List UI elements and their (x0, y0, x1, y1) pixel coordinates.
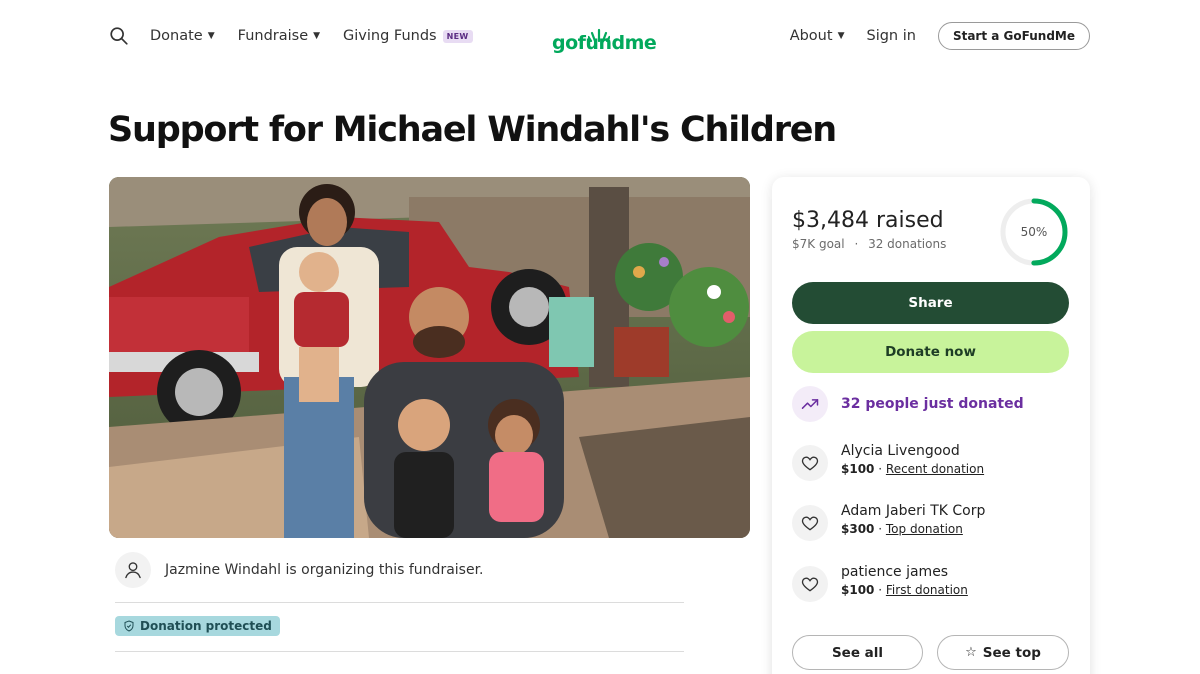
nav-about[interactable]: About ▼ (790, 28, 845, 44)
donor-name: Adam Jaberi TK Corp (841, 503, 986, 519)
divider (115, 602, 684, 603)
heart-hand-icon (801, 456, 819, 471)
donor-info: Adam Jaberi TK Corp $300 · Top donation (841, 503, 985, 536)
progress-label: 50% (1020, 225, 1048, 239)
donor-amount: $100 (841, 583, 875, 597)
nav-giving-funds[interactable]: Giving Funds NEW (343, 28, 473, 44)
goal-amount: $7K goal (792, 237, 845, 251)
nav-left: Donate ▼ Fundraise ▼ Giving Funds NEW (108, 22, 496, 50)
shield-icon (124, 620, 134, 632)
donor-amount: $300 (841, 522, 875, 536)
avatar (115, 552, 151, 588)
donor-name: patience james (841, 564, 949, 580)
heart-hand-icon-wrap (792, 445, 828, 481)
gofundme-logo[interactable]: gofundme (552, 18, 657, 54)
donor-meta: $100 · Recent donation (841, 462, 984, 476)
nav-donate-label: Donate (150, 28, 203, 44)
donor-meta: $100 · First donation (841, 583, 968, 597)
trend-icon-wrap (792, 386, 828, 422)
see-top-button[interactable]: ☆ See top (937, 635, 1069, 670)
search-icon[interactable] (108, 25, 130, 47)
donor-tag-link[interactable]: First donation (886, 583, 968, 597)
separator: · (878, 583, 883, 597)
amount-raised: $3,484 raised (792, 208, 944, 233)
nav-right: About ▼ Sign in Start a GoFundMe (790, 22, 1090, 50)
donor-info: patience james $100 · First donation (841, 564, 968, 597)
divider (115, 651, 684, 652)
separator: · (878, 522, 883, 536)
donor-item: patience james $100 · First donation (792, 564, 968, 602)
nav-sign-in[interactable]: Sign in (866, 28, 915, 44)
campaign-photo (109, 177, 750, 538)
nav-sign-in-label: Sign in (866, 28, 916, 44)
donation-card: $3,484 raised $7K goal · 32 donations 50… (772, 177, 1090, 674)
donation-protected-badge[interactable]: Donation protected (115, 616, 280, 636)
separator: · (854, 237, 859, 251)
donor-name: Alycia Livengood (841, 443, 960, 459)
heart-hand-icon (801, 577, 819, 592)
caret-down-icon: ▼ (207, 31, 215, 41)
family-photo-illustration (109, 177, 750, 538)
logo-wordmark: gofundme (552, 28, 657, 54)
see-top-label: See top (982, 644, 1041, 661)
nav-about-label: About (789, 28, 833, 44)
organizer-row: Jazmine Windahl is organizing this fundr… (115, 552, 484, 588)
star-icon: ☆ (965, 645, 977, 660)
share-button[interactable]: Share (792, 282, 1069, 324)
donor-item: Adam Jaberi TK Corp $300 · Top donation (792, 503, 985, 541)
heart-hand-icon (801, 516, 819, 531)
donate-now-button[interactable]: Donate now (792, 331, 1069, 373)
nav-fundraise[interactable]: Fundraise ▼ (238, 28, 320, 44)
see-all-label: See all (831, 644, 884, 661)
donor-tag-link[interactable]: Recent donation (886, 462, 984, 476)
donor-meta: $300 · Top donation (841, 522, 985, 536)
nav-donate[interactable]: Donate ▼ (150, 28, 215, 44)
nav-giving-funds-label: Giving Funds (343, 28, 437, 44)
caret-down-icon: ▼ (837, 31, 845, 41)
heart-hand-icon-wrap (792, 566, 828, 602)
donor-info: Alycia Livengood $100 · Recent donation (841, 443, 984, 476)
organizer-text: Jazmine Windahl is organizing this fundr… (165, 562, 484, 578)
donation-protected-label: Donation protected (140, 619, 272, 633)
goal-line: $7K goal · 32 donations (792, 237, 946, 251)
donor-amount: $100 (841, 462, 875, 476)
donation-count: 32 donations (868, 237, 947, 251)
see-all-button[interactable]: See all (792, 635, 923, 670)
caret-down-icon: ▼ (313, 31, 321, 41)
heart-hand-icon-wrap (792, 505, 828, 541)
new-badge: NEW (442, 29, 473, 43)
sprout-icon (588, 28, 610, 42)
donor-tag-link[interactable]: Top donation (886, 522, 963, 536)
just-donated-text: 32 people just donated (841, 396, 1024, 412)
recent-activity: 32 people just donated (792, 386, 1024, 422)
user-icon (125, 562, 141, 579)
progress-ring: 50% (998, 196, 1070, 268)
separator: · (878, 462, 883, 476)
site-header: Donate ▼ Fundraise ▼ Giving Funds NEW go (0, 0, 1200, 72)
donor-item: Alycia Livengood $100 · Recent donation (792, 443, 984, 481)
trending-up-icon (801, 399, 819, 409)
nav-fundraise-label: Fundraise (237, 28, 309, 44)
start-gofundme-button[interactable]: Start a GoFundMe (937, 22, 1090, 50)
page-title: Support for Michael Windahl's Children (108, 110, 837, 150)
